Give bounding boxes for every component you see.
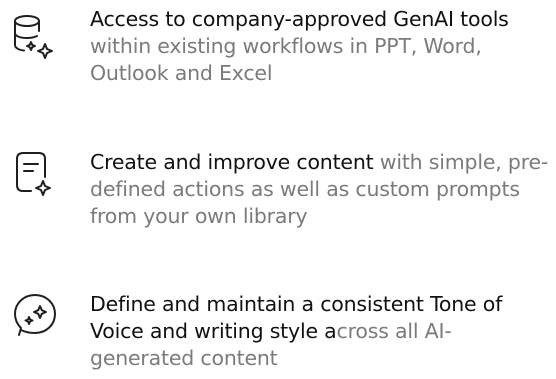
document-sparkle-icon <box>8 149 62 203</box>
feature-title: Access to company-approved GenAI tools <box>90 7 509 31</box>
chat-sparkle-icon <box>8 291 62 345</box>
feature-text: Create and improve content with simple, … <box>90 149 552 230</box>
feature-text: Define and maintain a consistent Tone of… <box>90 291 552 372</box>
feature-title: Create and improve content <box>90 150 374 174</box>
database-sparkle-icon <box>8 12 62 66</box>
feature-description: within existing workflows in PPT, Word, … <box>90 34 482 85</box>
feature-text: Access to company-approved GenAI tools w… <box>90 6 552 87</box>
